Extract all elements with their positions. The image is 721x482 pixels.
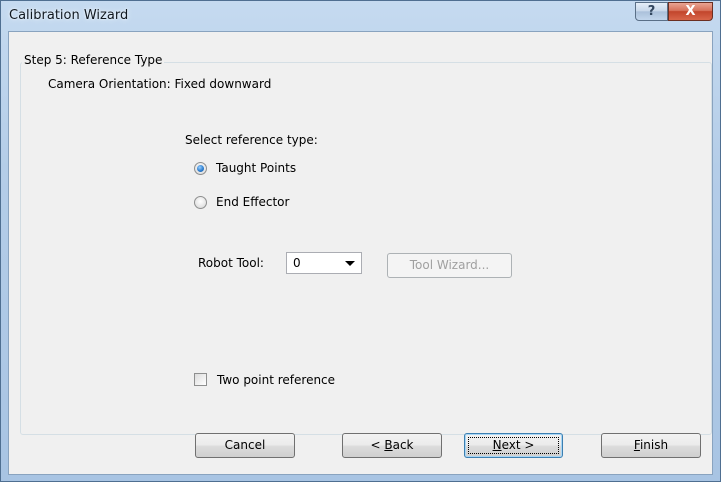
step-title: Step 5: Reference Type [22, 53, 165, 67]
close-icon: X [685, 4, 696, 19]
two-point-reference-checkbox[interactable] [194, 373, 207, 386]
cancel-label: Cancel [224, 438, 266, 452]
title-bar[interactable]: Calibration Wizard ? X [1, 1, 720, 31]
chevron-down-icon[interactable] [345, 261, 355, 266]
help-icon: ? [647, 4, 656, 19]
radio-taught-points-label[interactable]: Taught Points [216, 161, 296, 175]
robot-tool-label: Robot Tool: [198, 256, 264, 270]
radio-button-selected[interactable] [194, 162, 207, 175]
back-label: < Back [370, 438, 414, 452]
robot-tool-value: 0 [293, 256, 301, 270]
window-title: Calibration Wizard [9, 8, 129, 23]
wizard-window: Calibration Wizard ? X [0, 0, 721, 482]
reference-type-prompt: Select reference type: [185, 133, 318, 147]
back-button[interactable]: < Back [342, 433, 442, 458]
tool-wizard-button: Tool Wizard... [387, 253, 512, 278]
close-button[interactable]: X [668, 2, 713, 21]
focus-rectangle [468, 437, 559, 454]
help-button[interactable]: ? [635, 2, 668, 21]
finish-label: Finish [633, 438, 669, 452]
finish-button[interactable]: Finish [601, 433, 701, 458]
step-group-box [20, 62, 712, 435]
robot-tool-dropdown[interactable]: 0 [286, 252, 362, 274]
radio-button[interactable] [194, 196, 207, 209]
two-point-reference-label[interactable]: Two point reference [217, 373, 335, 387]
radio-end-effector-label[interactable]: End Effector [216, 195, 289, 209]
next-button[interactable]: Next > [464, 433, 563, 458]
camera-orientation-text: Camera Orientation: Fixed downward [48, 77, 272, 91]
tool-wizard-label: Tool Wizard... [409, 258, 490, 272]
cancel-button[interactable]: Cancel [195, 433, 295, 458]
